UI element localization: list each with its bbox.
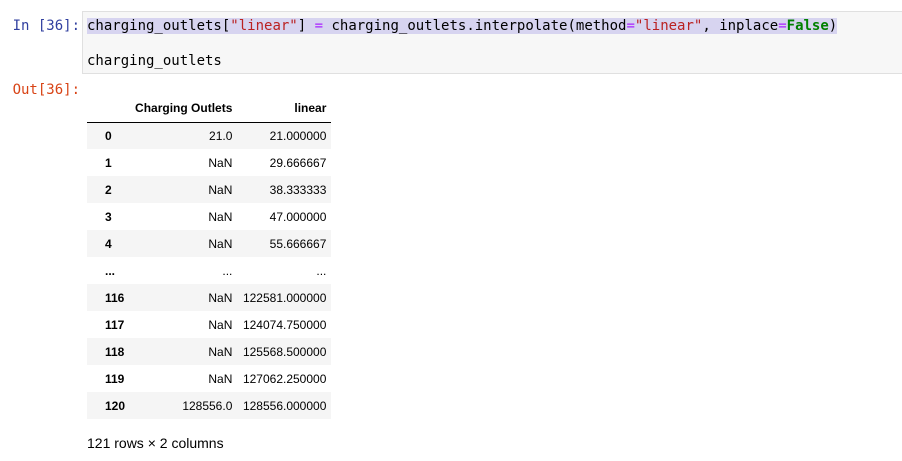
table-row: 117 NaN 124074.750000 [87,311,332,338]
table-row: 118 NaN 125568.500000 [87,338,332,365]
row-index: 117 [105,317,125,332]
code-selection: charging_outlets["linear"] = charging_ou… [87,18,838,34]
table-row: 0 21.0 21.000000 [87,122,332,149]
output-prompt: Out[36]: [12,82,80,98]
table-row-ellipsis: ... ... ... [87,257,332,284]
table-row: 4 NaN 55.666667 [87,230,332,257]
row-index: 0 [105,128,112,143]
cell-linear: ... [316,263,327,278]
code-keyword-token: False [786,18,829,34]
code-token: ] [297,18,315,34]
cell-linear: 125568.500000 [242,344,327,359]
cell-charging-outlets: 128556.0 [182,398,233,413]
cell-linear: 21.000000 [269,128,327,143]
row-index: 119 [105,371,125,386]
column-header-charging-outlets: Charging Outlets [130,94,238,123]
row-index: 118 [105,344,125,359]
cell-linear: 128556.000000 [242,398,327,413]
cell-charging-outlets: NaN [208,155,233,170]
code-token: , inplace [702,18,779,34]
column-header-linear: linear [237,94,332,123]
cell-charging-outlets: NaN [208,182,233,197]
code-operator-token: = [626,18,635,34]
index-column-header [87,94,131,123]
code-token: ) [828,18,838,34]
code-token: charging_outlets[ [87,18,231,34]
code-editor[interactable]: charging_outlets["linear"] = charging_ou… [82,11,902,74]
dataframe-output: Charging Outlets linear 0 21.0 21.000000… [87,94,332,419]
cell-charging-outlets: NaN [208,236,233,251]
row-index: 2 [105,182,112,197]
row-index: 3 [105,209,112,224]
cell-linear: 124074.750000 [242,317,327,332]
row-index: 116 [105,290,125,305]
code-token: charging_outlets.interpolate(method [323,18,627,34]
row-index: 1 [105,155,112,170]
cell-linear: 47.000000 [269,209,327,224]
dataframe-table: Charging Outlets linear 0 21.0 21.000000… [87,94,332,419]
code-operator-token: = [778,18,787,34]
cell-charging-outlets: NaN [208,317,233,332]
row-index: 120 [105,398,126,413]
cell-linear: 38.333333 [269,182,327,197]
row-index: 4 [105,236,112,251]
dataframe-shape-text: 121 rows × 2 columns [87,435,224,451]
table-row: 2 NaN 38.333333 [87,176,332,203]
cell-charging-outlets: NaN [208,371,233,386]
cell-linear: 55.666667 [269,236,327,251]
cell-charging-outlets: NaN [208,290,233,305]
table-row: 120 128556.0 128556.000000 [87,392,332,419]
code-line-2[interactable]: charging_outlets [87,52,222,70]
code-operator-token: = [314,18,324,34]
table-header-row: Charging Outlets linear [87,94,332,123]
code-string-token: "linear" [230,18,298,34]
cell-charging-outlets: NaN [208,209,233,224]
cell-charging-outlets: 21.0 [209,128,233,143]
input-prompt: In [36]: [12,18,80,34]
table-row: 116 NaN 122581.000000 [87,284,332,311]
cell-linear: 127062.250000 [242,371,327,386]
table-row: 3 NaN 47.000000 [87,203,332,230]
cell-linear: 29.666667 [269,155,327,170]
table-row: 1 NaN 29.666667 [87,149,332,176]
cell-linear: 122581.000000 [242,290,327,305]
table-row: 119 NaN 127062.250000 [87,365,332,392]
cell-charging-outlets: NaN [208,344,233,359]
cell-charging-outlets: ... [222,263,233,278]
code-string-token: "linear" [634,18,703,34]
row-index: ... [105,263,116,278]
code-line-1[interactable]: charging_outlets["linear"] = charging_ou… [87,17,838,35]
